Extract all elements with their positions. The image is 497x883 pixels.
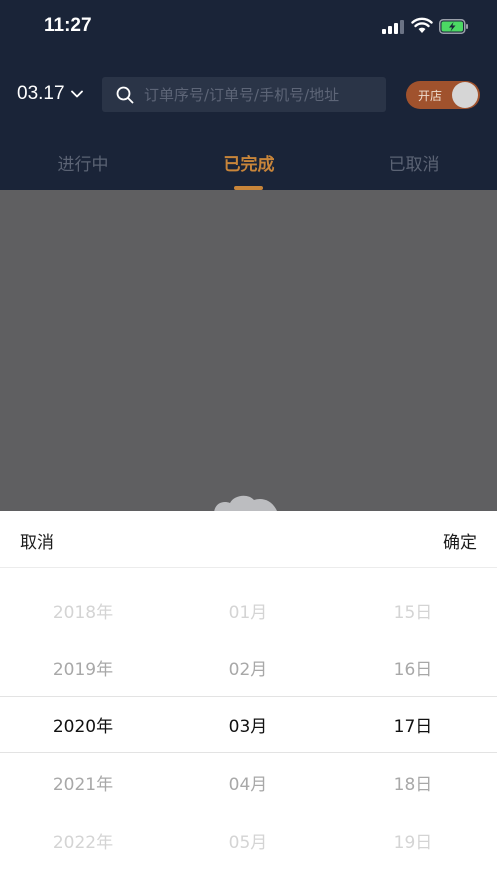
app-header: 11:27 03.17 开店 bbox=[0, 0, 497, 190]
month-option[interactable]: 01月 bbox=[165, 598, 331, 623]
status-time: 11:27 bbox=[44, 15, 92, 36]
date-selector[interactable]: 03.17 bbox=[17, 80, 83, 108]
battery-charging-icon bbox=[439, 19, 468, 34]
year-option-selected[interactable]: 2020年 bbox=[0, 712, 166, 737]
year-option[interactable]: 2022年 bbox=[0, 828, 166, 853]
day-option[interactable]: 15日 bbox=[330, 598, 496, 623]
confirm-button[interactable]: 确定 bbox=[443, 528, 477, 553]
status-bar: 11:27 bbox=[0, 0, 497, 54]
day-option[interactable]: 16日 bbox=[330, 655, 496, 680]
month-option[interactable]: 04月 bbox=[165, 770, 331, 795]
tab-in-progress[interactable]: 进行中 bbox=[0, 150, 166, 175]
cellular-signal-icon bbox=[382, 20, 404, 34]
chevron-down-icon bbox=[70, 90, 83, 98]
date-picker-sheet: 取消 确定 2018年 2019年 2020年 2021年 2022年 01月 … bbox=[0, 511, 497, 883]
search-icon bbox=[116, 86, 134, 103]
day-option-selected[interactable]: 17日 bbox=[330, 712, 496, 737]
picker-toolbar: 取消 确定 bbox=[0, 511, 497, 568]
month-wheel[interactable]: 01月 02月 03月 04月 05月 bbox=[165, 568, 331, 883]
tab-completed[interactable]: 已完成 bbox=[166, 150, 332, 175]
year-option[interactable]: 2018年 bbox=[0, 598, 166, 623]
toggle-knob bbox=[452, 82, 478, 108]
store-toggle-label: 开店 bbox=[418, 89, 443, 103]
month-option-selected[interactable]: 03月 bbox=[165, 712, 331, 737]
day-wheel[interactable]: 15日 16日 17日 18日 19日 bbox=[330, 568, 496, 883]
year-option[interactable]: 2021年 bbox=[0, 770, 166, 795]
date-selector-label: 03.17 bbox=[17, 83, 65, 104]
date-wheel-picker: 2018年 2019年 2020年 2021年 2022年 01月 02月 03… bbox=[0, 568, 497, 883]
tab-cancelled[interactable]: 已取消 bbox=[331, 150, 497, 175]
year-wheel[interactable]: 2018年 2019年 2020年 2021年 2022年 bbox=[0, 568, 166, 883]
cancel-button[interactable]: 取消 bbox=[20, 528, 54, 553]
day-option[interactable]: 18日 bbox=[330, 770, 496, 795]
wifi-icon bbox=[411, 17, 433, 33]
year-option[interactable]: 2019年 bbox=[0, 655, 166, 680]
order-status-tabs: 进行中 已完成 已取消 bbox=[0, 142, 497, 190]
month-option[interactable]: 05月 bbox=[165, 828, 331, 853]
store-open-toggle[interactable]: 开店 bbox=[406, 81, 480, 109]
search-bar[interactable] bbox=[102, 77, 386, 112]
month-option[interactable]: 02月 bbox=[165, 655, 331, 680]
day-option[interactable]: 19日 bbox=[330, 828, 496, 853]
modal-backdrop[interactable] bbox=[0, 190, 497, 514]
search-input[interactable] bbox=[144, 85, 386, 104]
